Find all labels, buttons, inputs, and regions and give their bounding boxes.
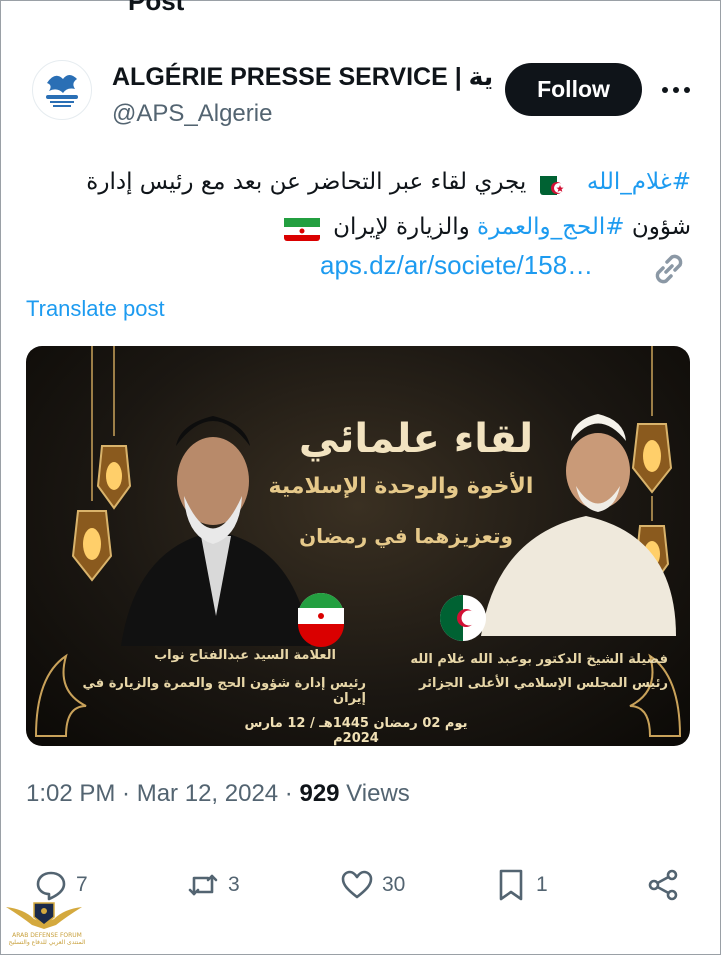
link-icon [650, 250, 688, 288]
media-subtitle-2: وتعزيزهما في رمضان [299, 524, 513, 548]
bookmark-button[interactable]: 1 [494, 865, 548, 905]
meta-separator: · [278, 780, 300, 807]
eagle-emblem-icon [6, 902, 82, 929]
media-left-name: العلامة السيد عبدالفتاح نواب [154, 648, 336, 663]
repost-icon [188, 874, 218, 896]
like-icon [341, 870, 373, 899]
post-time[interactable]: 1:02 PM [26, 780, 115, 807]
meta-separator: · [115, 780, 137, 807]
translate-post-link[interactable]: Translate post [26, 296, 165, 322]
tweet-text-part2: والزيارة لإيران [325, 214, 470, 240]
more-button[interactable] [656, 76, 696, 104]
iran-flag-icon [283, 215, 320, 241]
share-icon [648, 869, 678, 901]
handle[interactable]: @APS_Algerie [112, 100, 272, 128]
follow-button[interactable]: Follow [505, 63, 642, 116]
iran-flag-media-icon [298, 593, 344, 647]
bookmark-icon [499, 869, 523, 901]
media-left-role: رئيس إدارة شؤون الحج والعمرة والزيارة في… [82, 676, 366, 706]
algeria-flag-icon [539, 171, 574, 195]
views-label: Views [339, 780, 410, 807]
post-meta: 1:02 PM · Mar 12, 2024 · 929 Views [26, 780, 410, 808]
more-icon [662, 87, 690, 93]
repost-count: 3 [228, 873, 240, 896]
watermark-line-2: المنتدى العربي للدفاع والتسليح [8, 939, 86, 946]
share-button[interactable] [646, 865, 680, 905]
media-subtitle-1: الأخوة والوحدة الإسلامية [268, 474, 534, 499]
views-count: 929 [299, 780, 340, 807]
display-name[interactable]: ALGÉRIE PRESSE SERVICE | ية [112, 62, 493, 92]
media-right-name: فضيلة الشيخ الدكتور بوعبد الله غلام الله [410, 652, 668, 667]
media-date: يوم 02 رمضان 1445هـ / 12 مارس 2024م [244, 716, 468, 746]
top-cut-text: Post [128, 0, 185, 16]
algeria-flag-media-icon [440, 595, 486, 641]
media-title: لقاء علمائي [298, 416, 534, 462]
repost-button[interactable]: 3 [186, 865, 240, 905]
like-button[interactable]: 30 [340, 865, 405, 905]
media-image[interactable]: لقاء علمائي الأخوة والوحدة الإسلامية وتع… [26, 346, 690, 746]
bookmark-count: 1 [536, 873, 548, 896]
tweet-text: #غلام_الله يجري لقاء عبر التحاضر عن بعد … [31, 160, 691, 250]
aps-logo-icon [34, 62, 90, 118]
reply-count: 7 [76, 873, 88, 896]
avatar[interactable] [32, 60, 92, 120]
hashtag-hajj-umrah[interactable]: #الحج_والعمرة [477, 214, 625, 240]
like-count: 30 [382, 873, 406, 896]
hashtag-ghlamallah[interactable]: #غلام_الله [587, 169, 691, 195]
tweet-link[interactable]: aps.dz/ar/societe/158… [320, 250, 593, 281]
action-bar: 7 3 30 1 [0, 865, 721, 905]
post-date[interactable]: Mar 12, 2024 [137, 780, 278, 807]
watermark-line-1: ARAB DEFENSE FORUM [12, 932, 82, 939]
forum-watermark-text: ARAB DEFENSE FORUM المنتدى العربي للدفاع… [2, 932, 92, 946]
media-right-role: رئيس المجلس الإسلامي الأعلى الجزائر [419, 676, 668, 691]
